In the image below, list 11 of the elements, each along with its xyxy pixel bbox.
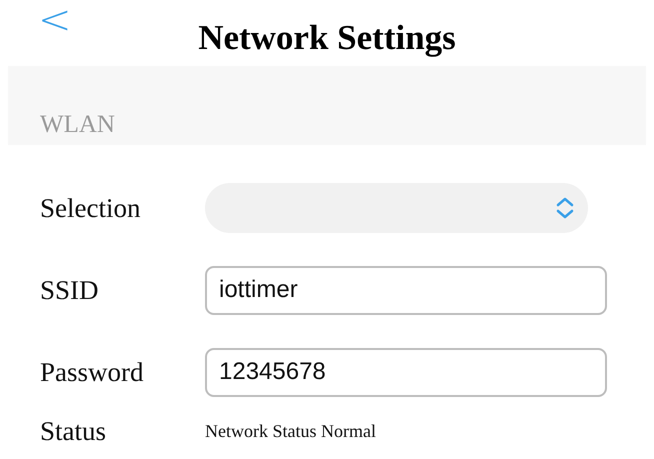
- field-label: Password: [40, 356, 145, 388]
- status-text: Network Status Normal: [205, 420, 376, 442]
- select-field[interactable]: [205, 183, 588, 233]
- field-label: SSID: [40, 274, 100, 306]
- section-title: WLAN: [40, 111, 115, 138]
- updown-chevron-icon: [556, 196, 574, 220]
- input-field[interactable]: 12345678: [205, 348, 607, 396]
- field-label: Selection: [40, 192, 142, 224]
- input-field[interactable]: iottimer: [205, 266, 607, 314]
- page-title: Network Settings: [198, 17, 456, 59]
- field-label: Status: [40, 416, 108, 446]
